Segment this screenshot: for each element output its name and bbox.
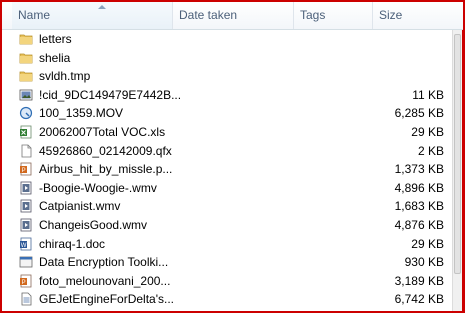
file-name: chiraq-1.doc	[39, 236, 106, 251]
file-name: -Boogie-Woogie-.wmv	[39, 180, 157, 195]
video-file-icon	[19, 218, 33, 232]
scrollbar-thumb[interactable]	[454, 34, 461, 274]
file-name: foto_melounovani_200...	[39, 273, 171, 288]
file-row[interactable]: 45926860_02142009.qfx 2 KB	[2, 142, 452, 161]
column-header-tags[interactable]: Tags	[294, 2, 373, 29]
file-list: letters shelia svldh.tmp !cid_9DC149479E744…	[2, 30, 452, 309]
folder-icon	[19, 51, 33, 65]
file-size: 11 KB	[412, 87, 444, 102]
file-row[interactable]: Wchiraq-1.doc 29 KB	[2, 235, 452, 254]
file-row[interactable]: -Boogie-Woogie-.wmv 4,896 KB	[2, 179, 452, 198]
column-header-date-label: Date taken	[179, 8, 238, 22]
file-row[interactable]: ChangeisGood.wmv 4,876 KB	[2, 216, 452, 235]
folder-icon	[19, 32, 33, 46]
image-file-icon	[19, 88, 33, 102]
video-file-icon	[19, 181, 33, 195]
svg-text:P: P	[22, 168, 26, 174]
file-row[interactable]: Pfoto_melounovani_200... 3,189 KB	[2, 272, 452, 291]
file-name: Airbus_hit_by_missle.p...	[39, 162, 173, 177]
file-name: Data Encryption Toolki...	[39, 255, 169, 270]
file-size: 4,876 KB	[394, 217, 444, 232]
column-header-date-taken[interactable]: Date taken	[173, 2, 294, 29]
svg-text:P: P	[22, 280, 26, 286]
file-size: 29 KB	[411, 124, 444, 139]
svg-text:W: W	[21, 242, 27, 248]
file-name: svldh.tmp	[39, 69, 91, 84]
file-name: GEJetEngineForDelta's...	[39, 292, 175, 307]
file-name: ChangeisGood.wmv	[39, 217, 148, 232]
folder-row[interactable]: svldh.tmp	[2, 67, 452, 86]
file-name: 45926860_02142009.qfx	[39, 143, 172, 158]
file-size: 1,683 KB	[394, 199, 444, 214]
column-header-name[interactable]: Name	[12, 2, 173, 29]
file-size: 6,285 KB	[394, 106, 444, 121]
file-row[interactable]: !cid_9DC149479E7442B... 11 KB	[2, 86, 452, 105]
file-row[interactable]: Catpianist.wmv 1,683 KB	[2, 197, 452, 216]
generic-file-icon	[19, 144, 33, 158]
column-header-size-label: Size	[379, 8, 403, 22]
file-name: 100_1359.MOV	[39, 106, 124, 121]
file-size: 3,189 KB	[394, 273, 444, 288]
executable-file-icon	[19, 255, 33, 269]
file-row[interactable]: P Airbus_hit_by_missle.p... 1,373 KB	[2, 160, 452, 179]
sort-ascending-icon	[98, 5, 106, 9]
video-file-icon	[19, 199, 33, 213]
file-size: 1,373 KB	[394, 162, 444, 177]
file-name: 20062007Total VOC.xls	[39, 124, 166, 139]
file-size: 29 KB	[411, 236, 444, 251]
file-row[interactable]: Data Encryption Toolki... 930 KB	[2, 253, 452, 272]
excel-file-icon	[19, 125, 33, 139]
folder-row[interactable]: shelia	[2, 49, 452, 68]
folder-row[interactable]: letters	[2, 30, 452, 49]
file-name: Catpianist.wmv	[39, 199, 121, 214]
column-header-size[interactable]: Size	[373, 2, 449, 29]
file-size: 4,896 KB	[394, 180, 444, 195]
quicktime-file-icon	[19, 106, 33, 120]
powerpoint-file-icon: P	[19, 274, 33, 288]
file-size: 6,742 KB	[394, 292, 444, 307]
column-header-name-label: Name	[18, 8, 51, 22]
file-size: 2 KB	[417, 143, 444, 158]
file-name: shelia	[39, 50, 71, 65]
file-name: !cid_9DC149479E7442B...	[39, 87, 182, 102]
column-header-bar: Name Date taken Tags Size	[2, 2, 463, 30]
file-row[interactable]: 20062007Total VOC.xls 29 KB	[2, 123, 452, 142]
file-size: 930 KB	[404, 255, 444, 270]
folder-icon	[19, 69, 33, 83]
file-row[interactable]: GEJetEngineForDelta's... 6,742 KB	[2, 290, 452, 309]
document-file-icon	[19, 292, 33, 306]
file-row[interactable]: 100_1359.MOV 6,285 KB	[2, 104, 452, 123]
file-name: letters	[39, 32, 72, 46]
column-header-tags-label: Tags	[300, 8, 326, 22]
word-file-icon: W	[19, 237, 33, 251]
powerpoint-file-icon: P	[19, 162, 33, 176]
